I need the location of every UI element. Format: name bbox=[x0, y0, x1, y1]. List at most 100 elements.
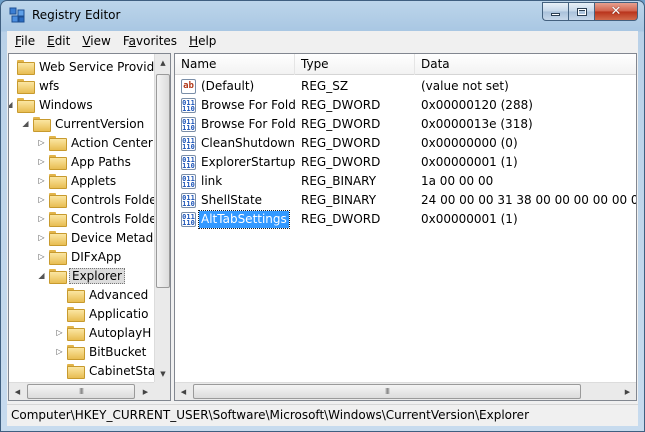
tree-item-label: Windows bbox=[39, 97, 93, 112]
value-name: ShellState bbox=[201, 193, 263, 207]
tree-item[interactable]: ▷ BitBucket bbox=[55, 342, 148, 361]
name-cell: 011 110 CleanShutdown bbox=[175, 134, 295, 153]
binary-value-icon: 011 110 bbox=[181, 117, 196, 132]
tree-item-label: Device Metada bbox=[71, 230, 161, 245]
tree-item[interactable]: ▷ Controls Folde bbox=[37, 190, 159, 209]
binary-value-icon: 011 110 bbox=[181, 98, 196, 113]
tree-item[interactable]: ▷ Action Center bbox=[37, 133, 155, 152]
tree-item[interactable]: Web Service Provider bbox=[9, 57, 169, 76]
tree-vertical-scroll-thumb[interactable] bbox=[156, 74, 170, 288]
collapse-arrow-icon[interactable]: ◢ bbox=[21, 119, 30, 128]
no-expander bbox=[55, 290, 64, 299]
tree-item-label: Explorer bbox=[69, 267, 125, 284]
tree-item-label: Controls Folde bbox=[71, 211, 157, 226]
list-row[interactable]: 011 110 ExplorerStartupT... REG_DWORD 0x000… bbox=[175, 153, 636, 172]
list-row[interactable]: 011 110 link REG_BINARY 1a 00 00 00 bbox=[175, 172, 636, 191]
list-row[interactable]: 011 110 ShellState REG_BINARY 24 00 00 00 3… bbox=[175, 191, 636, 210]
tree-item-label: CabinetSta bbox=[89, 363, 156, 378]
tree-item[interactable]: CabinetSta bbox=[55, 361, 157, 380]
collapse-arrow-icon[interactable]: ◢ bbox=[9, 100, 14, 109]
tree-horizontal-scrollbar[interactable]: ◀ III ▶ bbox=[9, 382, 154, 400]
menu-item-text: dit bbox=[54, 34, 71, 48]
menu-item-text: ile bbox=[21, 34, 36, 48]
folder-icon bbox=[49, 193, 67, 208]
name-cell: 011 110 AltTabSettings bbox=[175, 210, 295, 229]
tree-item-label: AutoplayH bbox=[89, 325, 152, 340]
expand-arrow-icon[interactable]: ▷ bbox=[37, 138, 46, 147]
expand-arrow-icon[interactable]: ▷ bbox=[37, 176, 46, 185]
close-button[interactable]: ✕ bbox=[594, 2, 638, 21]
tree-vertical-scrollbar[interactable]: ▲ ▼ bbox=[154, 54, 170, 382]
scroll-up-arrow-icon[interactable]: ▲ bbox=[155, 54, 170, 71]
window-controls: ✕ bbox=[542, 2, 638, 22]
scroll-left-arrow-icon[interactable]: ◀ bbox=[175, 383, 192, 400]
folder-icon bbox=[67, 326, 85, 341]
expand-arrow-icon[interactable]: ▷ bbox=[37, 214, 46, 223]
menu-item-text: elp bbox=[198, 34, 217, 48]
menu-item-favorites[interactable]: Favorites bbox=[117, 31, 183, 51]
scroll-left-arrow-icon[interactable]: ◀ bbox=[9, 383, 26, 400]
tree-item[interactable]: ◢ Windows bbox=[9, 95, 95, 114]
expand-arrow-icon[interactable]: ▷ bbox=[55, 347, 64, 356]
tree-item[interactable]: ▷ AutoplayH bbox=[55, 323, 153, 342]
list-row[interactable]: 011 110 Browse For Fold... REG_DWORD 0x0000… bbox=[175, 96, 636, 115]
column-header-type[interactable]: Type bbox=[295, 54, 415, 75]
tree-item[interactable]: ◢ CurrentVersion bbox=[21, 114, 146, 133]
string-value-icon: ab bbox=[181, 79, 196, 94]
tree-item[interactable]: wfs bbox=[9, 76, 61, 95]
maximize-button[interactable] bbox=[568, 2, 594, 21]
tree-item-label: Controls Folde bbox=[71, 192, 157, 207]
minimize-button[interactable] bbox=[542, 2, 568, 21]
no-expander bbox=[9, 62, 14, 71]
list-horizontal-scroll-thumb[interactable]: III bbox=[193, 384, 581, 399]
value-data: 0x00000001 (1) bbox=[421, 155, 518, 169]
scroll-down-arrow-icon[interactable]: ▼ bbox=[155, 365, 170, 382]
menu-item-file[interactable]: File bbox=[9, 31, 41, 51]
folder-icon bbox=[49, 136, 67, 151]
tree-item[interactable]: ▷ Device Metada bbox=[37, 228, 163, 247]
collapse-arrow-icon[interactable]: ◢ bbox=[37, 271, 46, 280]
column-header-name[interactable]: Name bbox=[175, 54, 295, 75]
tree-item[interactable]: Applicatio bbox=[55, 304, 150, 323]
value-data: 1a 00 00 00 bbox=[421, 174, 494, 188]
binary-value-icon: 011 110 bbox=[181, 136, 196, 151]
registry-tree[interactable]: Web Service Provider wfs ◢ Windows ◢ CurrentV… bbox=[8, 53, 171, 401]
list-row[interactable]: 011 110 CleanShutdown REG_DWORD 0x00000000 … bbox=[175, 134, 636, 153]
name-cell: 011 110 ShellState bbox=[175, 191, 295, 210]
menu-item-view[interactable]: View bbox=[76, 31, 116, 51]
value-data: (value not set) bbox=[421, 79, 509, 93]
binary-value-icon: 011 110 bbox=[181, 212, 196, 227]
menu-item-access-key: H bbox=[189, 34, 199, 48]
expand-arrow-icon[interactable]: ▷ bbox=[37, 252, 46, 261]
tree-item[interactable]: ◢ Explorer bbox=[37, 266, 125, 285]
registry-editor-window: Registry Editor ✕ File Edit View Favorites H… bbox=[0, 0, 645, 432]
value-name: (Default) bbox=[201, 79, 255, 93]
value-type: REG_DWORD bbox=[301, 136, 381, 150]
scroll-right-arrow-icon[interactable]: ▶ bbox=[619, 383, 636, 400]
list-row[interactable]: 011 110 AltTabSettings REG_DWORD 0x00000001… bbox=[175, 210, 636, 229]
menu-item-text: vorites bbox=[136, 34, 178, 48]
value-name: Browse For Fold... bbox=[201, 98, 295, 112]
tree-item[interactable]: Advanced bbox=[55, 285, 150, 304]
values-list[interactable]: Name Type Data ab (Default) REG_SZ (value n… bbox=[174, 53, 637, 401]
column-header-data[interactable]: Data bbox=[415, 54, 636, 75]
expand-arrow-icon[interactable]: ▷ bbox=[55, 328, 64, 337]
tree-item[interactable]: ▷ DIFxApp bbox=[37, 247, 123, 266]
title-bar[interactable]: Registry Editor ✕ bbox=[1, 1, 644, 31]
folder-icon bbox=[67, 288, 85, 303]
scroll-right-arrow-icon[interactable]: ▶ bbox=[137, 383, 154, 400]
list-row[interactable]: ab (Default) REG_SZ (value not set) bbox=[175, 77, 636, 96]
status-bar-path: Computer\HKEY_CURRENT_USER\Software\Micr… bbox=[7, 404, 638, 426]
list-horizontal-scrollbar[interactable]: ◀ III ▶ bbox=[175, 382, 636, 400]
binary-value-icon: 011 110 bbox=[181, 155, 196, 170]
menu-item-edit[interactable]: Edit bbox=[41, 31, 76, 51]
menu-item-help[interactable]: Help bbox=[183, 31, 222, 51]
tree-item[interactable]: ▷ Controls Folde bbox=[37, 209, 159, 228]
expand-arrow-icon[interactable]: ▷ bbox=[37, 157, 46, 166]
list-row[interactable]: 011 110 Browse For Fold... REG_DWORD 0x0000… bbox=[175, 115, 636, 134]
expand-arrow-icon[interactable]: ▷ bbox=[37, 195, 46, 204]
tree-item[interactable]: ▷ App Paths bbox=[37, 152, 133, 171]
tree-horizontal-scroll-thumb[interactable]: III bbox=[27, 384, 135, 399]
tree-item[interactable]: ▷ Applets bbox=[37, 171, 118, 190]
expand-arrow-icon[interactable]: ▷ bbox=[37, 233, 46, 242]
